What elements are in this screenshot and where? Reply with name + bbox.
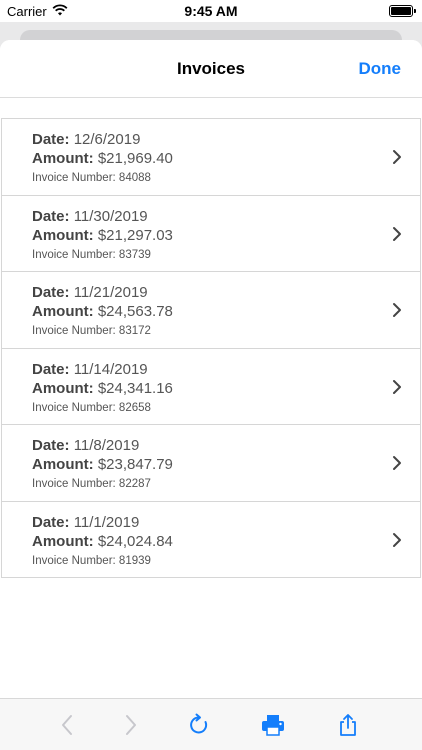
invoice-date: 11/30/2019 [73,207,148,225]
status-bar: Carrier 9:45 AM [0,0,422,22]
back-icon[interactable] [56,713,80,737]
date-label: Date: [32,131,70,148]
chevron-right-icon [393,226,401,241]
invoice-number: Invoice Number: 82287 [32,478,151,490]
chevron-right-icon [393,532,401,547]
invoice-row[interactable]: Date: 11/30/2019 Amount: $21,297.03 Invo… [2,195,420,272]
amount-label: Amount: [32,303,94,320]
invoice-date: 11/8/2019 [73,437,140,454]
amount-label: Amount: [32,456,94,473]
invoice-row[interactable]: Date: 12/6/2019 Amount: $21,969.40 Invoi… [2,119,420,196]
invoice-date: 12/6/2019 [73,131,141,148]
amount-label: Amount: [32,226,94,244]
chevron-right-icon [393,150,401,164]
invoice-number: Invoice Number: 81939 [32,554,151,567]
invoice-date: 11/21/2019 [73,284,148,301]
invoice-list: Date: 12/6/2019 Amount: $21,969.40 Invoi… [1,118,421,578]
invoice-amount: $21,969.40 [97,150,173,167]
invoice-amount: $24,341.16 [97,379,173,397]
invoice-amount: $24,563.78 [97,303,173,320]
forward-icon[interactable] [118,713,142,737]
chevron-right-icon [393,379,401,394]
invoice-number: Invoice Number: 83172 [32,325,151,337]
invoice-row[interactable]: Date: 11/14/2019 Amount: $24,341.16 Invo… [2,348,420,425]
chevron-right-icon [393,456,401,470]
invoice-number: Invoice Number: 82658 [32,401,151,414]
reload-icon[interactable] [187,713,211,737]
invoice-amount: $21,297.03 [97,226,173,244]
amount-label: Amount: [32,532,94,550]
date-label: Date: [32,437,70,454]
chevron-right-icon [393,303,401,317]
invoice-date: 11/14/2019 [73,360,148,378]
invoice-row[interactable]: Date: 11/21/2019 Amount: $24,563.78 Invo… [2,272,420,349]
invoice-amount: $23,847.79 [97,456,173,473]
invoice-date: 11/1/2019 [73,513,140,531]
date-label: Date: [32,207,70,225]
status-time: 9:45 AM [184,3,238,19]
invoice-row[interactable]: Date: 11/8/2019 Amount: $23,847.79 Invoi… [2,425,420,502]
navigation-bar: Invoices Done [0,40,422,98]
print-icon[interactable] [261,713,285,737]
bottom-toolbar [0,698,422,750]
invoices-sheet: Invoices Done Date: 12/6/2019 Amount: $2… [0,40,422,750]
done-button[interactable]: Done [359,59,402,79]
invoice-amount: $24,024.84 [97,532,173,550]
date-label: Date: [32,513,70,531]
amount-label: Amount: [32,150,94,167]
amount-label: Amount: [32,379,94,397]
battery-icon [389,5,416,17]
date-label: Date: [32,360,70,378]
invoice-row[interactable]: Date: 11/1/2019 Amount: $24,024.84 Invoi… [2,501,420,578]
invoice-number: Invoice Number: 83739 [32,248,151,261]
share-icon[interactable] [336,713,360,737]
date-label: Date: [32,284,70,301]
invoice-number: Invoice Number: 84088 [32,172,151,184]
